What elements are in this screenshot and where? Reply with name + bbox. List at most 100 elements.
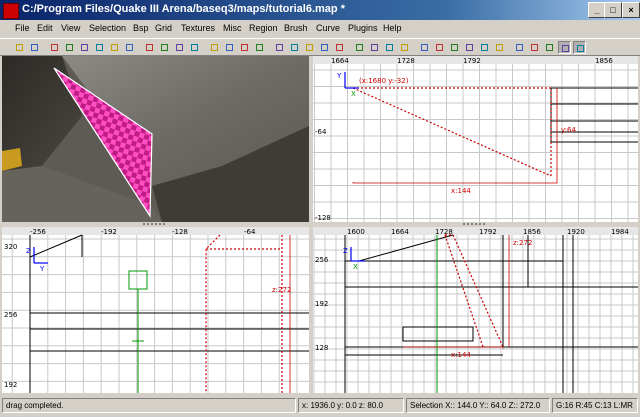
texture-view-icon <box>291 44 298 51</box>
menu-help[interactable]: Help <box>383 23 402 33</box>
menu-file[interactable]: File <box>15 23 30 33</box>
rotate-z-button[interactable] <box>123 41 136 54</box>
change-views-button[interactable] <box>273 41 286 54</box>
front-selection-outline[interactable] <box>445 234 504 349</box>
side-ruler-x-2: -128 <box>172 228 188 236</box>
weld-icon <box>481 44 488 51</box>
front-ruler-x-3: 1792 <box>479 228 497 236</box>
splitter-grip-right[interactable] <box>463 223 487 225</box>
maximize-icon: □ <box>610 5 616 15</box>
main-toolbar <box>0 38 640 56</box>
free-rotate-icon <box>336 44 343 51</box>
menu-bsp[interactable]: Bsp <box>133 23 149 33</box>
status-bar: drag completed. x: 1936.0 y: 0.0 z: 80.0… <box>0 396 640 417</box>
top-ruler-x-0: 1664 <box>331 57 349 65</box>
top-view-xy[interactable]: 1664 1728 1792 1856 -64 -128 (x:1680 y:-… <box>313 56 638 222</box>
menu-selection[interactable]: Selection <box>89 23 126 33</box>
top-axis-v-label: Y <box>336 72 342 80</box>
rotation-lock-icon <box>531 44 538 51</box>
flip-y-button[interactable] <box>63 41 76 54</box>
rotate-z-icon <box>126 44 133 51</box>
rotation-lock-button[interactable] <box>528 41 541 54</box>
show-entities-button[interactable] <box>543 41 556 54</box>
front-ruler-x-1: 1664 <box>391 228 409 236</box>
menu-misc[interactable]: Misc <box>223 23 242 33</box>
free-scale-button[interactable] <box>353 41 366 54</box>
scale-y-button[interactable] <box>383 41 396 54</box>
select-inside-icon <box>191 44 198 51</box>
side-view-grid <box>2 235 309 393</box>
status-coords: x: 1936.0 y: 0.0 z: 80.0 <box>298 398 404 413</box>
side-ruler-x-0: -256 <box>30 228 46 236</box>
maximize-button[interactable]: □ <box>604 2 622 18</box>
camera-view[interactable] <box>2 56 309 222</box>
patch-bend-icon <box>421 44 428 51</box>
menu-curve[interactable]: Curve <box>316 23 340 33</box>
splitter-grip-left[interactable] <box>143 223 167 225</box>
menu-view[interactable]: View <box>61 23 80 33</box>
insert-patch-button[interactable] <box>433 41 446 54</box>
side-entity-box[interactable] <box>128 270 148 290</box>
scale-z-button[interactable] <box>398 41 411 54</box>
csg-subtract-button[interactable] <box>208 41 221 54</box>
top-dim-x-label: x:144 <box>451 187 471 195</box>
scale-x-icon <box>371 44 378 51</box>
rotate-y-button[interactable] <box>108 41 121 54</box>
front-selection-diagonal <box>444 234 484 348</box>
front-view-xz[interactable]: 1600 1664 1728 1792 1856 1920 1984 256 1… <box>313 227 638 393</box>
side-ruler-x-1: -192 <box>101 228 117 236</box>
menu-edit[interactable]: Edit <box>37 23 53 33</box>
menu-brush[interactable]: Brush <box>284 23 308 33</box>
texture-lock-button[interactable] <box>513 41 526 54</box>
rotate-x-button[interactable] <box>93 41 106 54</box>
close-icon: × <box>628 5 634 15</box>
menu-plugins[interactable]: Plugins <box>348 23 378 33</box>
open-button[interactable] <box>13 41 26 54</box>
side-axis-v-label: Z <box>26 247 31 255</box>
top-dim-y-label: y:64 <box>561 126 576 134</box>
close-button[interactable]: × <box>622 2 640 18</box>
flip-x-button[interactable] <box>48 41 61 54</box>
select-complete-tall-button[interactable] <box>143 41 156 54</box>
save-button[interactable] <box>28 41 41 54</box>
hollow-icon <box>241 44 248 51</box>
title-bar[interactable]: C:/Program Files/Quake III Arena/baseq3/… <box>0 0 640 20</box>
flip-z-icon <box>81 44 88 51</box>
patch-cap-button[interactable] <box>463 41 476 54</box>
scale-x-button[interactable] <box>368 41 381 54</box>
delete-patch-icon <box>451 44 458 51</box>
cube-clip-button[interactable] <box>318 41 331 54</box>
select-inside-button[interactable] <box>188 41 201 54</box>
delete-patch-button[interactable] <box>448 41 461 54</box>
select-touching-button[interactable] <box>158 41 171 54</box>
radiant-app-icon[interactable] <box>3 3 19 19</box>
side-ruler-y-2: 192 <box>4 381 17 389</box>
front-view-canvas: 1600 1664 1728 1792 1856 1920 1984 256 1… <box>313 227 638 393</box>
menu-grid[interactable]: Grid <box>155 23 172 33</box>
rotate-x-icon <box>96 44 103 51</box>
drag-vertices-button[interactable] <box>573 41 586 54</box>
minimize-icon: _ <box>594 5 600 15</box>
menu-textures[interactable]: Textures <box>181 23 215 33</box>
flip-z-button[interactable] <box>78 41 91 54</box>
free-scale-icon <box>356 44 363 51</box>
patch-bend-button[interactable] <box>418 41 431 54</box>
open-icon <box>16 44 23 51</box>
scale-y-icon <box>386 44 393 51</box>
drag-edges-button[interactable] <box>558 41 571 54</box>
side-view-yz[interactable]: -256 -192 -128 -64 320 256 192 z:272 Z Y <box>2 227 309 393</box>
weld-button[interactable] <box>478 41 491 54</box>
free-rotate-button[interactable] <box>333 41 346 54</box>
hollow-button[interactable] <box>238 41 251 54</box>
camera-button[interactable] <box>303 41 316 54</box>
drill-button[interactable] <box>493 41 506 54</box>
clipper-button[interactable] <box>253 41 266 54</box>
window-title: C:/Program Files/Quake III Arena/baseq3/… <box>22 3 345 15</box>
csg-subtract-icon <box>211 44 218 51</box>
texture-view-button[interactable] <box>288 41 301 54</box>
menu-region[interactable]: Region <box>249 23 278 33</box>
front-axis-v-label: Z <box>343 247 348 255</box>
status-message: drag completed. <box>2 398 296 413</box>
csg-merge-button[interactable] <box>223 41 236 54</box>
select-partial-tall-button[interactable] <box>173 41 186 54</box>
